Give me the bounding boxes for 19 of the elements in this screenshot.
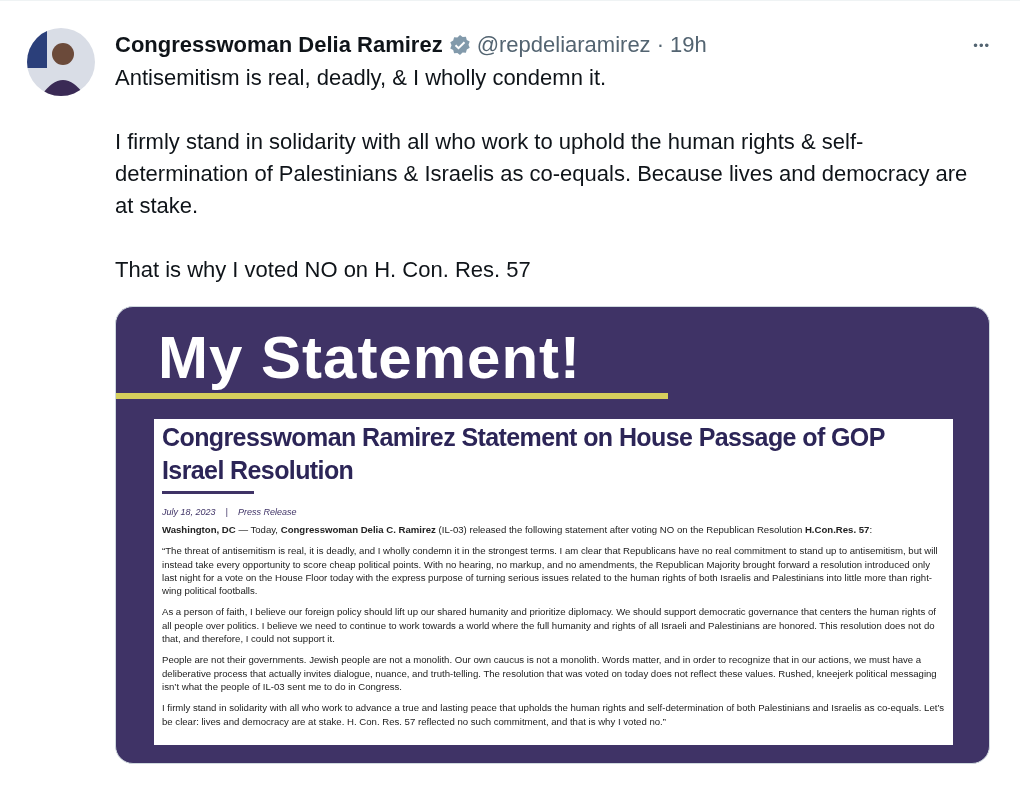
author-name[interactable]: Congresswoman Delia Ramirez	[115, 32, 443, 58]
document-title: Congresswoman Ramirez Statement on House Passage of GOP Israel Resolution	[162, 422, 886, 486]
document-category: Press Release	[237, 507, 297, 517]
statement-image[interactable]	[115, 306, 990, 764]
separator: ·	[656, 32, 664, 58]
document-paragraph: I firmly stand in solidarity with all who work to advance a true and lasting peace that upholds the human rights and self-determination of both Palestinians and Israelis as co-equals. Let’s be clear: lives and democracy are at stake. H. Con. Res. 57 reflected no such commitment, and that is why I voted no.”	[162, 701, 945, 728]
image-headline: My Statement!	[157, 323, 583, 391]
tweet-text: Antisemitism is real, deadly, & I wholly condemn it.	[115, 64, 608, 92]
document-paragraph: “The threat of antisemitism is real, it is deadly, and I wholly condemn it in the strongest terms. I am clear that Republicans have no real commitment to stand up to antisemitism, but will instead take every opportunity to score cheap political points. With no hearing, no markup, and no amendments, the Republican Majority brought forward a resolution introduced only last night for a vote on the House Floor today with the express purpose of turning serious issues related to the human rights of both Israelis and Palestinians into little more than right-wing political footballs.	[162, 544, 939, 598]
document-paragraph: Washington, DC — Today, Congresswoman Delia C. Ramirez (IL-03) released the following statement after voting NO on the Republican Resolution H.Con.Res. 57:	[162, 523, 874, 537]
document-date: July 18, 2023	[162, 507, 216, 517]
document-paragraph: As a person of faith, I believe our foreign policy should lift up our shared humanity and prioritize diplomacy. We should support democratic governance that centers the human rights of all people over politics. I believe we need to continue to work towards a world where the full humanity and rights of all Israeli and Palestinians are honored. This resolution does not do that, and therefore, I could not support it.	[162, 605, 937, 646]
timestamp[interactable]: 19h	[669, 32, 707, 58]
tweet-text: I firmly stand in solidarity with all who work to uphold the human rights & self-determination of Palestinians & Israelis as co-equals. Because lives and democracy are at stake.	[115, 128, 969, 220]
author-handle[interactable]: @repdeliaramirez	[476, 32, 651, 58]
document-paragraph: People are not their governments. Jewish people are not a monolith. Our own caucus is not a monolith. Words matter, and in order to recognize that in our actions, we must have a deliberative process that actually invites dialogue, nuance, and truth-telling. The resolution that was voted on today does not reflect these values. Rushed, kneejerk political messaging isn’t what the people of IL-03 sent me to do in Congress.	[162, 653, 938, 694]
meta-divider: |	[225, 507, 228, 517]
tweet-text: That is why I voted NO on H. Con. Res. 57	[115, 256, 532, 284]
more-button[interactable]: •••	[973, 37, 990, 53]
